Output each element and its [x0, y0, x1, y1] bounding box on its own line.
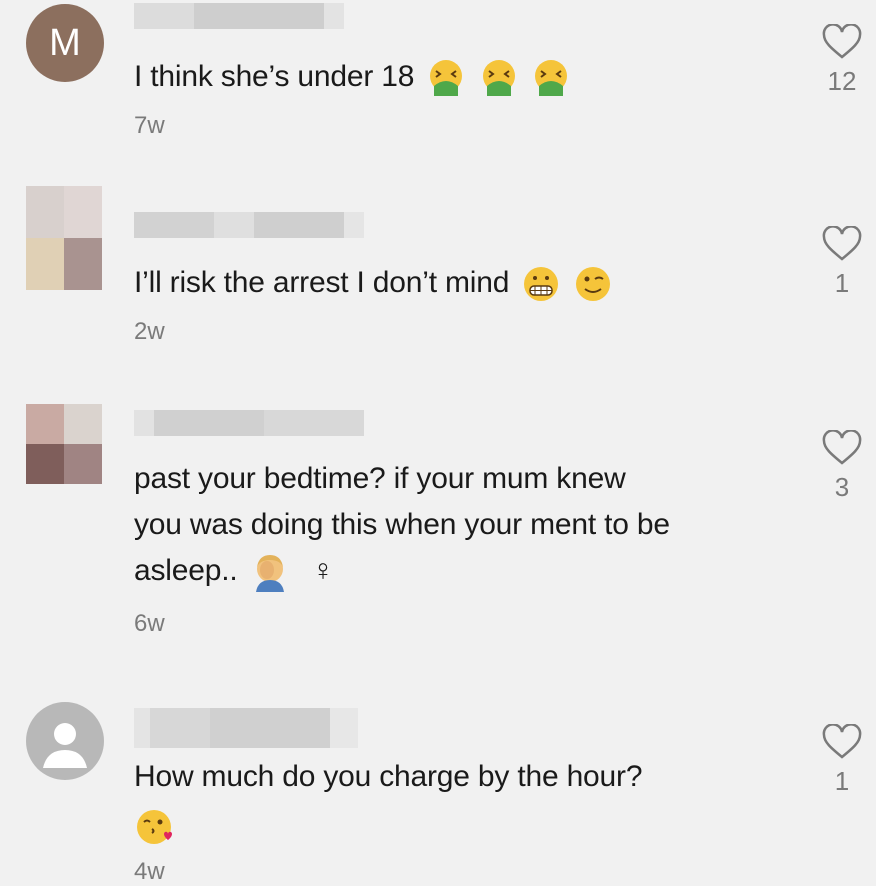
comment-time: 6w [134, 610, 165, 637]
comment-text-line: asleep.. [134, 554, 238, 587]
username-blurred[interactable] [134, 410, 364, 436]
username-blurred[interactable] [134, 708, 358, 748]
like-button[interactable]: 1 [818, 724, 866, 797]
heart-outline-icon [822, 430, 862, 465]
avatar[interactable] [26, 404, 102, 484]
comment-text-content: I think she’s under 18 [134, 60, 415, 93]
female-sign: ♀ [311, 554, 335, 587]
avatar[interactable]: M [26, 4, 104, 82]
face-vomiting-icon [430, 60, 463, 97]
face-vomiting-icon [482, 60, 515, 97]
comment-time: 7w [134, 112, 165, 139]
username-blurred[interactable] [134, 212, 364, 238]
heart-outline-icon [822, 24, 862, 59]
face-vomiting-icon [534, 60, 567, 97]
default-avatar-icon [43, 723, 87, 768]
woman-facepalming-icon [255, 555, 284, 593]
comment-emoji-line [134, 804, 642, 850]
comment-text-line: you was doing this when your ment to be [134, 508, 670, 541]
like-count: 1 [834, 268, 850, 298]
like-count: 3 [834, 472, 850, 502]
avatar-lower [26, 238, 102, 290]
like-button[interactable]: 1 [818, 226, 866, 299]
heart-outline-icon [822, 226, 862, 261]
like-count: 1 [834, 766, 850, 796]
like-button[interactable]: 3 [818, 430, 866, 503]
comment-text: I think she’s under 18 [134, 54, 571, 100]
comment-text-content: How much do you charge by the hour? [134, 760, 643, 793]
avatar[interactable] [26, 702, 104, 780]
comment-text-line-last: asleep.. ♀ [134, 548, 670, 594]
like-count: 12 [827, 66, 857, 96]
comment-time: 2w [134, 318, 165, 345]
comment-text: past your bedtime? if your mum knew you … [134, 456, 670, 594]
heart-outline-icon [822, 724, 862, 759]
comment-text: How much do you charge by the hour? [134, 754, 643, 850]
comment-text: I’ll risk the arrest I don’t mind [134, 260, 613, 306]
avatar-letter: M [49, 21, 81, 64]
comment-text-line: past your bedtime? if your mum knew [134, 462, 626, 495]
winking-face-icon [576, 267, 611, 302]
like-button[interactable]: 12 [818, 24, 866, 97]
username-blurred[interactable] [134, 3, 344, 29]
comment-text-content: I’ll risk the arrest I don’t mind [134, 266, 510, 299]
grimacing-face-icon [524, 267, 559, 302]
comment-time: 4w [134, 858, 165, 885]
face-blowing-kiss-icon [137, 810, 172, 845]
